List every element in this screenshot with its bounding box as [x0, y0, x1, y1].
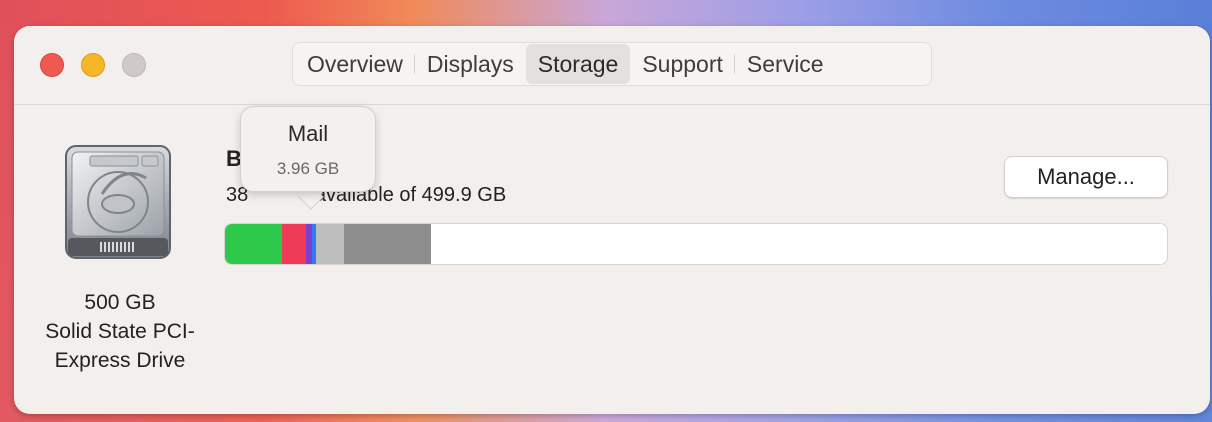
- storage-tooltip: Mail 3.96 GB: [240, 106, 376, 192]
- tab-bar: Overview Displays Storage Support Servic…: [292, 42, 932, 86]
- storage-usage-bar[interactable]: [224, 223, 1168, 265]
- internal-hard-drive-icon: [65, 145, 171, 259]
- minimize-window-button[interactable]: [81, 53, 105, 77]
- close-window-button[interactable]: [40, 53, 64, 77]
- manage-button[interactable]: Manage...: [1004, 156, 1168, 198]
- drive-capacity: 500 GB: [84, 291, 156, 314]
- tooltip-category: Mail: [287, 121, 329, 146]
- drive-caption: 500 GB Solid State PCI- Express Drive: [28, 288, 212, 375]
- tab-displays[interactable]: Displays: [415, 44, 526, 84]
- storage-segment-dark-gray[interactable]: [344, 224, 431, 264]
- tab-service[interactable]: Service: [735, 44, 836, 84]
- storage-segment-green[interactable]: [225, 224, 282, 264]
- zoom-window-button[interactable]: [122, 53, 146, 77]
- tab-storage[interactable]: Storage: [525, 44, 631, 84]
- storage-segment-red[interactable]: [282, 224, 306, 264]
- about-this-mac-window: Overview Displays Storage Support Servic…: [14, 26, 1210, 414]
- drive-type-line1: Solid State PCI-: [45, 320, 195, 343]
- tooltip-size: 3.96 GB: [276, 159, 340, 178]
- window-titlebar: Overview Displays Storage Support Servic…: [14, 26, 1210, 105]
- drive-type-line2: Express Drive: [54, 349, 186, 372]
- tab-support[interactable]: Support: [630, 44, 735, 84]
- tab-overview[interactable]: Overview: [295, 44, 415, 84]
- storage-segment-light-gray[interactable]: [316, 224, 344, 264]
